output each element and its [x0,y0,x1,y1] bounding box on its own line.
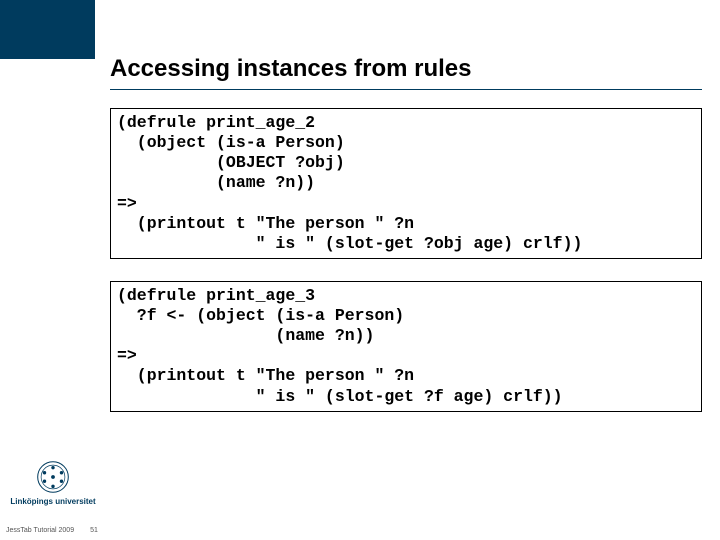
page-number: 51 [90,527,98,534]
slide-content: Accessing instances from rules (defrule … [110,55,702,434]
university-brand: Linköpings universitet [8,460,98,506]
university-name: Linköpings universitet [8,497,98,506]
slide-footer: JessTab Tutorial 2009 51 [6,527,98,534]
footer-label: JessTab Tutorial 2009 [6,527,74,534]
header-left-block [0,0,95,59]
university-seal-icon [36,460,70,494]
code-block-2: (defrule print_age_3 ?f <- (object (is-a… [110,281,702,412]
title-container: Accessing instances from rules [110,55,702,90]
slide-title: Accessing instances from rules [110,55,702,83]
code-block-1: (defrule print_age_2 (object (is-a Perso… [110,108,702,259]
